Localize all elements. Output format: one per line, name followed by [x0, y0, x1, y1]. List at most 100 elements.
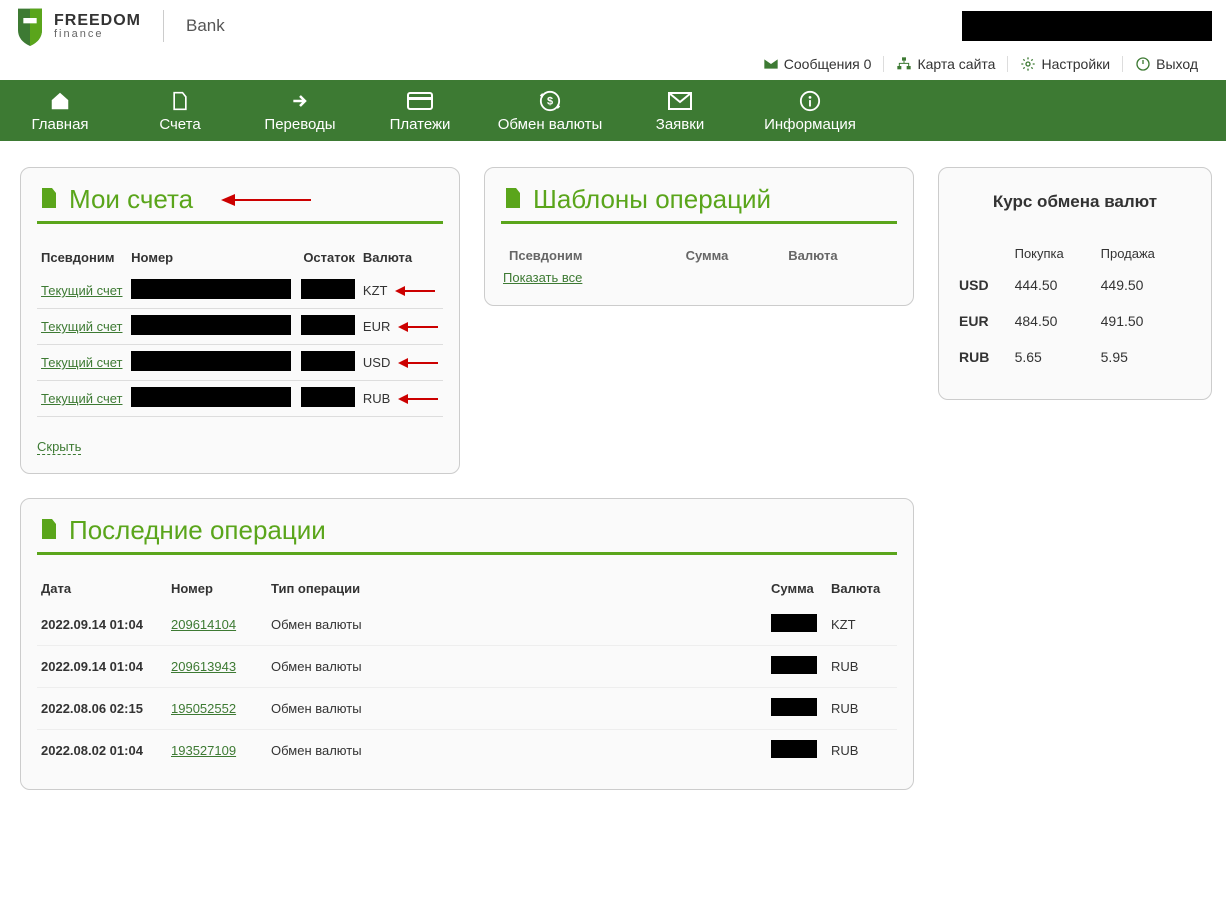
rate-row: EUR484.50491.50 [957, 303, 1193, 339]
document-icon [501, 186, 525, 213]
annotation-arrow [395, 284, 435, 298]
redacted-number [131, 279, 291, 299]
op-type: Обмен валюты [267, 604, 767, 646]
nav-payments-label: Платежи [360, 116, 480, 133]
op-date: 2022.09.14 01:04 [37, 604, 167, 646]
op-type: Обмен валюты [267, 646, 767, 688]
op-number-link[interactable]: 193527109 [171, 743, 236, 758]
account-currency: RUB [363, 391, 390, 406]
nav-exchange-label: Обмен валюты [480, 116, 620, 133]
op-type: Обмен валюты [267, 730, 767, 772]
redacted-balance [301, 279, 355, 299]
sitemap-link[interactable]: Карта сайта [884, 56, 1008, 72]
redacted-balance [301, 387, 355, 407]
brand-sub: finance [54, 29, 141, 40]
nav-requests[interactable]: Заявки [620, 80, 740, 141]
settings-link[interactable]: Настройки [1008, 56, 1123, 72]
accounts-panel: Мои счета Псевдоним Номер Остаток Валюта… [20, 167, 460, 474]
col-currency: Валюта [827, 573, 897, 604]
rate-code: RUB [957, 339, 1013, 375]
accounts-title: Мои счета [69, 184, 193, 215]
col-sell: Продажа [1099, 240, 1193, 267]
redacted-number [131, 315, 291, 335]
redacted-amount [771, 614, 817, 632]
col-type: Тип операции [267, 573, 767, 604]
svg-text:$: $ [547, 96, 553, 108]
recent-ops-title: Последние операции [69, 515, 326, 546]
nav-accounts[interactable]: Счета [120, 80, 240, 141]
tmpl-col-alias: Псевдоним [503, 244, 678, 267]
mail-icon [668, 92, 692, 110]
nav-transfers[interactable]: Переводы [240, 80, 360, 141]
rates-table: Покупка Продажа USD444.50449.50EUR484.50… [957, 240, 1193, 375]
redacted-amount [771, 656, 817, 674]
tmpl-col-currency: Валюта [782, 244, 895, 267]
annotation-arrow [398, 320, 438, 334]
col-date: Дата [37, 573, 167, 604]
file-icon [170, 90, 190, 112]
op-currency: RUB [827, 688, 897, 730]
nav-info[interactable]: Информация [740, 80, 880, 141]
annotation-arrow [221, 190, 311, 210]
account-row: Текущий счет RUB [37, 381, 443, 417]
redacted-amount [771, 740, 817, 758]
rate-sell: 5.95 [1099, 339, 1193, 375]
nav-exchange[interactable]: $ Обмен валюты [480, 80, 620, 141]
nav-payments[interactable]: Платежи [360, 80, 480, 141]
op-currency: KZT [827, 604, 897, 646]
col-amount: Сумма [767, 573, 827, 604]
redacted-balance [301, 351, 355, 371]
sitemap-icon [896, 56, 912, 72]
rate-buy: 484.50 [1013, 303, 1099, 339]
messages-link[interactable]: Сообщения 0 [751, 56, 885, 72]
col-alias: Псевдоним [37, 242, 127, 273]
tmpl-col-amount: Сумма [680, 244, 781, 267]
logout-link[interactable]: Выход [1123, 56, 1198, 72]
document-icon [37, 186, 61, 213]
rate-code: USD [957, 267, 1013, 303]
rates-panel: Курс обмена валют Покупка Продажа USD444… [938, 167, 1212, 400]
account-currency: EUR [363, 319, 390, 334]
account-currency: KZT [363, 283, 388, 298]
op-date: 2022.08.06 02:15 [37, 688, 167, 730]
rate-code: EUR [957, 303, 1013, 339]
op-number-link[interactable]: 209614104 [171, 617, 236, 632]
nav-home[interactable]: Главная [0, 80, 120, 141]
annotation-arrow [398, 392, 438, 406]
redacted-number [131, 387, 291, 407]
redacted-amount [771, 698, 817, 716]
logout-label: Выход [1156, 56, 1198, 72]
logo[interactable]: FREEDOM finance Bank [14, 6, 225, 46]
brand-name: FREEDOM [54, 13, 141, 29]
nav-info-label: Информация [740, 116, 880, 133]
col-buy: Покупка [1013, 240, 1099, 267]
op-type: Обмен валюты [267, 688, 767, 730]
op-number-link[interactable]: 209613943 [171, 659, 236, 674]
document-icon [37, 517, 61, 544]
op-number-link[interactable]: 195052552 [171, 701, 236, 716]
header: FREEDOM finance Bank Сообщения 0 Карта с… [0, 0, 1226, 80]
settings-label: Настройки [1041, 56, 1110, 72]
op-date: 2022.08.02 01:04 [37, 730, 167, 772]
hide-link[interactable]: Скрыть [37, 439, 81, 455]
power-icon [1135, 56, 1151, 72]
rate-buy: 5.65 [1013, 339, 1099, 375]
gear-icon [1020, 56, 1036, 72]
home-icon [48, 90, 72, 112]
account-link[interactable]: Текущий счет [41, 283, 123, 298]
account-link[interactable]: Текущий счет [41, 319, 123, 334]
account-row: Текущий счет EUR [37, 309, 443, 345]
annotation-arrow [398, 356, 438, 370]
top-links: Сообщения 0 Карта сайта Настройки Выход [14, 46, 1212, 80]
ops-table: Дата Номер Тип операции Сумма Валюта 202… [37, 573, 897, 771]
card-icon [407, 92, 433, 110]
account-link[interactable]: Текущий счет [41, 391, 123, 406]
shield-icon [14, 6, 46, 46]
account-row: Текущий счетUSD [37, 345, 443, 381]
op-row: 2022.09.14 01:04 209614104 Обмен валюты KZT [37, 604, 897, 646]
show-all-link[interactable]: Показать все [503, 270, 582, 285]
account-link[interactable]: Текущий счет [41, 355, 123, 370]
account-row: Текущий счет KZT [37, 273, 443, 309]
op-row: 2022.08.06 02:15 195052552 Обмен валюты RUB [37, 688, 897, 730]
nav-accounts-label: Счета [120, 116, 240, 133]
